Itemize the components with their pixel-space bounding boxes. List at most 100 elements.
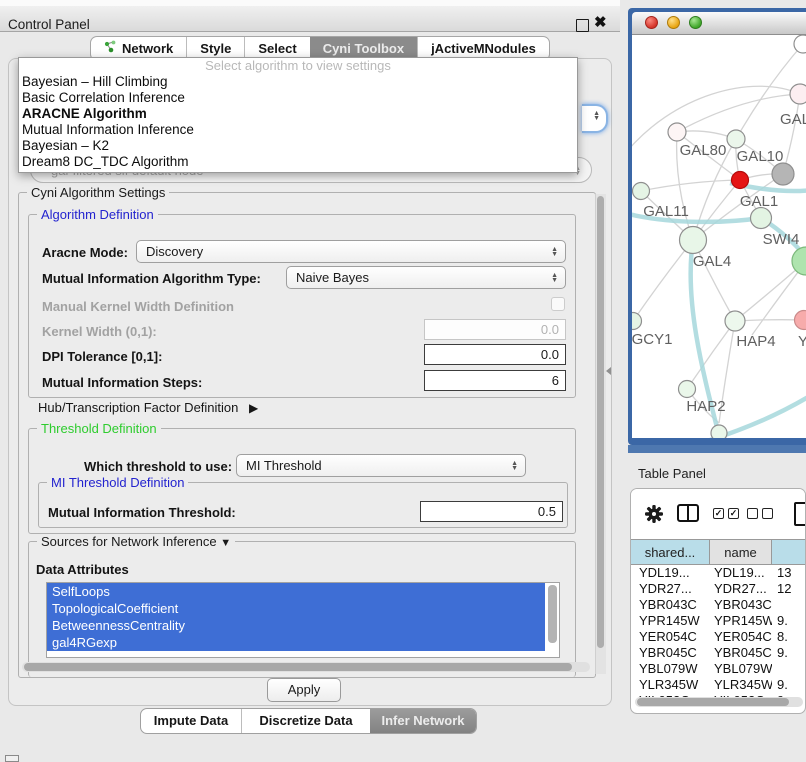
mi-threshold-field[interactable]: 0.5	[420, 501, 563, 522]
mi-algorithm-type-select[interactable]: Naive Bayes ▲▼	[286, 266, 566, 289]
mi-algorithm-type-label: Mutual Information Algorithm Type:	[42, 271, 261, 286]
tab-impute-data[interactable]: Impute Data	[141, 709, 241, 733]
node-gal11[interactable]	[633, 183, 650, 200]
kernel-width-label: Kernel Width (0,1):	[42, 324, 157, 339]
table-toolbar: ✓ ✓	[631, 489, 806, 539]
which-threshold-select[interactable]: MI Threshold ▲▼	[236, 454, 526, 477]
svg-text:GAL80: GAL80	[680, 142, 727, 159]
unchecked-checkbox-icon[interactable]	[762, 508, 773, 519]
column-header-name[interactable]: name	[710, 540, 772, 564]
table-cell: YDR27...	[631, 581, 710, 597]
table-row[interactable]: YER054CYER054C8.	[631, 629, 806, 645]
mi-steps-field[interactable]: 6	[424, 370, 566, 391]
algorithm-options: Bayesian – Hill ClimbingBasic Correlatio…	[19, 74, 577, 170]
node-gal4[interactable]	[680, 227, 707, 254]
algorithm-dropdown-popup: Select algorithm to view settings Bayesi…	[18, 57, 578, 173]
list-scrollbar[interactable]	[548, 585, 557, 643]
node-hap2[interactable]	[679, 381, 696, 398]
algorithm-option[interactable]: Dream8 DC_TDC Algorithm	[19, 154, 577, 170]
close-icon[interactable]: ✖	[594, 15, 607, 30]
network-window-frame-bottom	[628, 445, 806, 453]
checked-checkbox-icon[interactable]: ✓	[728, 508, 739, 519]
control-panel-title: Control Panel	[8, 17, 90, 32]
manual-kernel-checkbox[interactable]	[551, 297, 565, 311]
node-gal80[interactable]	[668, 123, 686, 141]
stepper-icon: ▲▼	[551, 273, 558, 283]
tab-infer-network[interactable]: Infer Network	[370, 709, 476, 733]
mi-steps-label: Mutual Information Steps:	[42, 375, 202, 390]
sources-group-title[interactable]: Sources for Network Inference ▼	[37, 534, 235, 549]
algorithm-option[interactable]: ARACNE Algorithm	[19, 106, 577, 122]
node-partial-bottom[interactable]	[711, 425, 727, 438]
table-cell: YBL079W	[631, 661, 710, 677]
column-layout-icon[interactable]	[677, 504, 699, 522]
table-row[interactable]: YDL19...YDL19...13	[631, 565, 806, 581]
svg-text:GAL10: GAL10	[737, 148, 784, 165]
algorithm-placeholder-option[interactable]: Select algorithm to view settings	[19, 58, 577, 74]
document-icon[interactable]	[794, 502, 806, 526]
table-cell: 9.	[772, 645, 806, 661]
algorithm-option[interactable]: Bayesian – Hill Climbing	[19, 74, 577, 90]
column-header-partial[interactable]	[772, 540, 806, 564]
table-row[interactable]: YLR345WYLR345W9.	[631, 677, 806, 693]
bottom-tabbar: Impute Data Discretize Data Infer Networ…	[140, 708, 477, 734]
settings-vertical-scrollbar[interactable]	[595, 194, 606, 674]
data-attribute-item[interactable]: TopologicalCoefficient	[47, 600, 545, 617]
table-cell: YLR345W	[631, 677, 710, 693]
node-gal-partial[interactable]	[790, 84, 806, 104]
scrollbar-thumb[interactable]	[24, 663, 572, 671]
column-header-shared-name[interactable]: shared...	[631, 540, 710, 564]
data-attribute-item[interactable]: gal4RGexp	[47, 634, 545, 651]
table-row[interactable]: YDR27...YDR27...12	[631, 581, 806, 597]
svg-text:SWI4: SWI4	[763, 231, 800, 248]
table-horizontal-scrollbar[interactable]	[635, 697, 803, 707]
table-row[interactable]: YBR045CYBR045C9.	[631, 645, 806, 661]
minimize-traffic-light[interactable]	[667, 16, 680, 29]
data-attributes-label: Data Attributes	[36, 562, 129, 577]
stepper-icon: ▲▼	[593, 111, 600, 121]
table-cell: YDL19...	[631, 565, 710, 581]
table-row[interactable]: YPR145WYPR145W9.	[631, 613, 806, 629]
data-attribute-item[interactable]: SelfLoops	[47, 583, 545, 600]
table-row[interactable]: YBL079WYBL079W	[631, 661, 806, 677]
zoom-traffic-light[interactable]	[689, 16, 702, 29]
node-gcy1[interactable]	[632, 313, 642, 330]
float-window-icon[interactable]	[576, 19, 589, 32]
table-row[interactable]: YBR043CYBR043C	[631, 597, 806, 613]
node-partial-top[interactable]	[794, 35, 806, 53]
node-gray[interactable]	[772, 163, 794, 185]
network-window-titlebar[interactable]	[632, 12, 806, 35]
node-gal1-red[interactable]	[732, 172, 749, 189]
scrollbar-thumb[interactable]	[637, 698, 789, 706]
node-salmon[interactable]	[795, 311, 806, 330]
node-gal10[interactable]	[727, 130, 745, 148]
manual-kernel-label: Manual Kernel Width Definition	[42, 299, 234, 314]
node-swi4[interactable]	[751, 208, 772, 229]
settings-horizontal-scrollbar[interactable]	[22, 662, 590, 672]
scrollbar-thumb[interactable]	[597, 196, 604, 648]
aracne-mode-select[interactable]: Discovery ▲▼	[136, 240, 566, 263]
inference-algorithm-combo[interactable]: ▲▼	[582, 104, 608, 133]
algorithm-option[interactable]: Mutual Information Inference	[19, 122, 577, 138]
network-canvas[interactable]: GAL GAL80 GAL10 GAL1 GAL11 SWI4 GAL4 GCY…	[632, 35, 806, 438]
checked-checkbox-icon[interactable]: ✓	[713, 508, 724, 519]
algorithm-option[interactable]: Basic Correlation Inference	[19, 90, 577, 106]
data-attribute-item[interactable]: BetweennessCentrality	[47, 617, 545, 634]
hub-section-toggle[interactable]: Hub/Transcription Factor Definition ▶	[38, 400, 258, 415]
close-traffic-light[interactable]	[645, 16, 658, 29]
expand-right-icon: ▶	[249, 401, 258, 415]
node-hap4[interactable]	[725, 311, 745, 331]
gear-icon[interactable]	[643, 503, 665, 525]
which-threshold-label: Which threshold to use:	[84, 459, 232, 474]
table-cell: YLR345W	[710, 677, 772, 693]
settings-group-title: Cyni Algorithm Settings	[27, 185, 169, 200]
data-attributes-list[interactable]: SelfLoopsTopologicalCoefficientBetweenne…	[46, 582, 560, 658]
unchecked-checkbox-icon[interactable]	[747, 508, 758, 519]
panel-collapse-handle[interactable]	[606, 367, 611, 375]
algorithm-option[interactable]: Bayesian – K2	[19, 138, 577, 154]
dpi-tolerance-field[interactable]: 0.0	[424, 344, 566, 365]
tab-discretize-data[interactable]: Discretize Data	[241, 709, 370, 733]
table-cell: 12	[772, 581, 806, 597]
apply-button[interactable]: Apply	[267, 678, 341, 702]
kernel-width-field[interactable]: 0.0	[424, 319, 566, 340]
